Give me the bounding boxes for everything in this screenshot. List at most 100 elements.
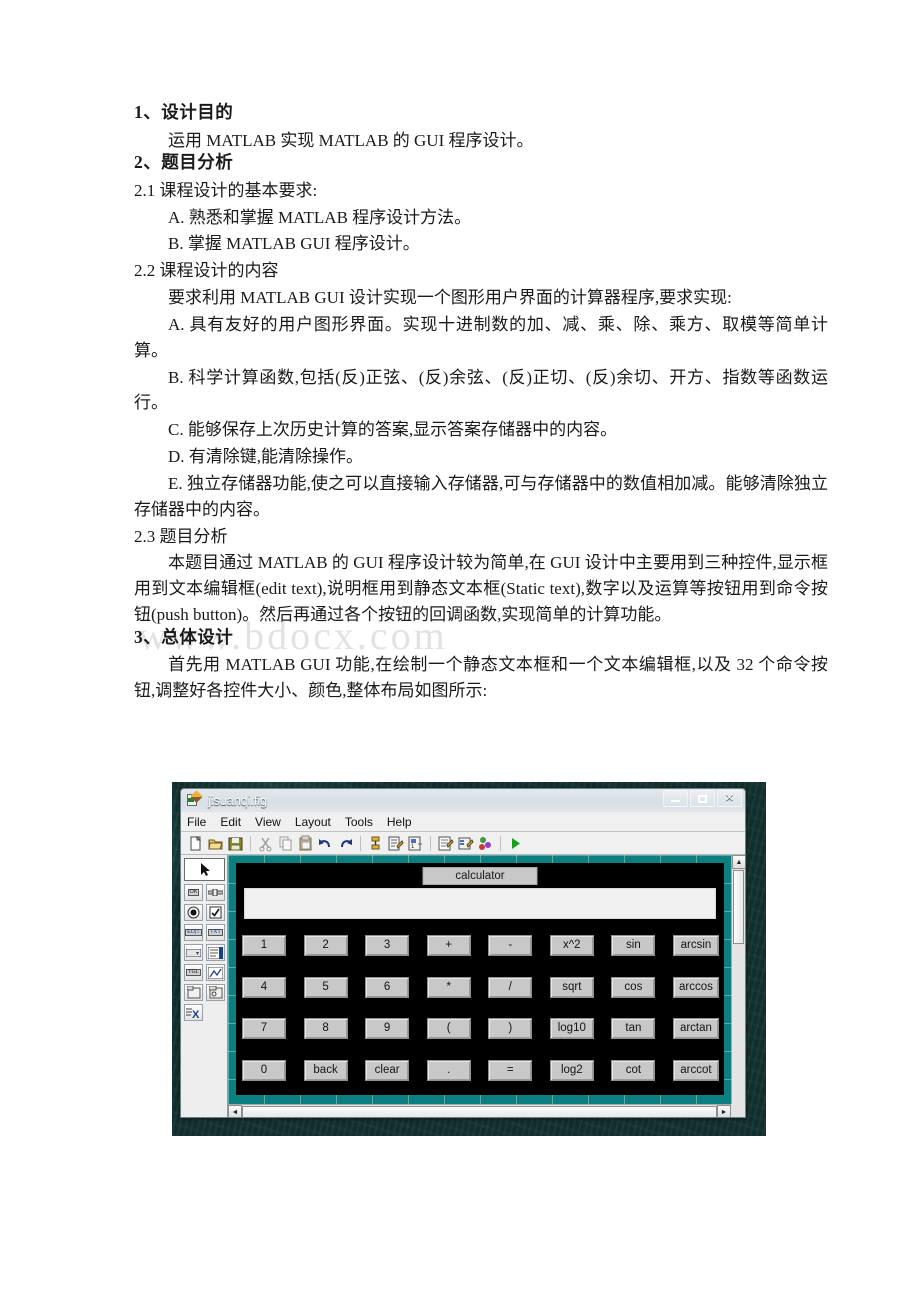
tool-bar: 1 xyxy=(181,832,745,855)
m-file-editor-icon[interactable] xyxy=(436,834,455,853)
check-box-tool[interactable] xyxy=(206,904,225,921)
edit-text-tool[interactable]: ED|T xyxy=(184,924,203,941)
guide-grid-canvas[interactable]: calculator 1 2 3 + - x^2 sin arcsin 4 5 … xyxy=(228,855,731,1104)
button-divide[interactable]: / xyxy=(488,976,533,998)
scroll-left-arrow-icon[interactable]: ◄ xyxy=(228,1105,242,1117)
window-body: OK ED|T TXT TGL X calculator 1 2 3 + - x… xyxy=(181,855,745,1117)
save-disk-icon[interactable] xyxy=(226,834,245,853)
menu-tools[interactable]: Tools xyxy=(345,815,382,829)
vertical-scrollbar[interactable]: ▲ xyxy=(731,855,745,1104)
button-cos[interactable]: cos xyxy=(611,976,656,998)
menu-layout[interactable]: Layout xyxy=(295,815,340,829)
scroll-up-arrow-icon[interactable]: ▲ xyxy=(732,855,745,869)
paste-icon[interactable] xyxy=(296,834,315,853)
button-cot[interactable]: cot xyxy=(611,1059,656,1081)
toggle-button-tool[interactable]: TGL xyxy=(184,964,203,981)
palette-row: TGL xyxy=(184,964,227,981)
close-button[interactable]: ✕ xyxy=(717,790,742,807)
button-log10[interactable]: log10 xyxy=(549,1018,594,1040)
button-square[interactable]: x^2 xyxy=(549,935,594,957)
slider-tool[interactable] xyxy=(206,884,225,901)
para-2-1-item-a: A. 熟悉和掌握 MATLAB 程序设计方法。 xyxy=(168,207,472,227)
run-play-icon[interactable] xyxy=(506,834,525,853)
list-box-tool[interactable] xyxy=(206,944,225,961)
para-2-2-title: 2.2 课程设计的内容 xyxy=(134,261,279,281)
button-arccos[interactable]: arccos xyxy=(672,976,719,998)
button-multiply[interactable]: * xyxy=(426,976,471,998)
vertical-scroll-thumb[interactable] xyxy=(733,870,744,944)
window-title-bar[interactable]: jisuanqi.fig ✕ xyxy=(181,789,745,813)
button-back[interactable]: back xyxy=(303,1059,348,1081)
static-text-calculator[interactable]: calculator xyxy=(422,867,538,885)
open-folder-icon[interactable] xyxy=(206,834,225,853)
window-title: jisuanqi.fig xyxy=(208,793,268,808)
para-2-2-item-c: C. 能够保存上次历史计算的答案,显示答案存储器中的内容。 xyxy=(168,420,618,440)
undo-arrow-icon[interactable] xyxy=(316,834,335,853)
button-arcsin[interactable]: arcsin xyxy=(672,935,719,957)
figure-panel[interactable]: calculator 1 2 3 + - x^2 sin arcsin 4 5 … xyxy=(236,863,724,1095)
activex-control-tool[interactable]: X xyxy=(184,1004,203,1021)
button-3[interactable]: 3 xyxy=(365,935,410,957)
edit-text-display[interactable] xyxy=(244,888,716,919)
button-minus[interactable]: - xyxy=(488,935,533,957)
toolbar-separator xyxy=(250,835,251,851)
palette-row: ED|T TXT xyxy=(184,924,227,941)
button-4[interactable]: 4 xyxy=(242,976,286,998)
axes-tool[interactable] xyxy=(206,964,225,981)
object-browser-icon[interactable] xyxy=(476,834,495,853)
button-arctan[interactable]: arctan xyxy=(672,1018,719,1040)
palette-row: X xyxy=(184,1004,227,1021)
button-arccot[interactable]: arccot xyxy=(672,1059,719,1081)
select-arrow-tool[interactable] xyxy=(184,858,225,881)
button-decimal[interactable]: . xyxy=(426,1059,471,1081)
button-2[interactable]: 2 xyxy=(303,935,348,957)
menu-file[interactable]: File xyxy=(187,815,215,829)
menu-editor-icon[interactable] xyxy=(386,834,405,853)
button-9[interactable]: 9 xyxy=(365,1018,410,1040)
push-button-tool[interactable]: OK xyxy=(184,884,203,901)
menu-edit[interactable]: Edit xyxy=(220,815,250,829)
button-5[interactable]: 5 xyxy=(303,976,348,998)
para-2-3-title: 2.3 题目分析 xyxy=(134,526,228,546)
pop-up-menu-tool[interactable] xyxy=(184,944,203,961)
button-group-tool[interactable] xyxy=(206,984,225,1001)
tab-order-editor-icon[interactable]: 1 xyxy=(406,834,425,853)
new-file-icon[interactable] xyxy=(186,834,205,853)
minimize-button[interactable] xyxy=(663,790,688,807)
align-objects-icon[interactable] xyxy=(366,834,385,853)
button-0[interactable]: 0 xyxy=(242,1059,286,1081)
heading-3-overall-design: 3、总体设计 xyxy=(134,626,234,647)
static-text-tool[interactable]: TXT xyxy=(206,924,225,941)
cut-scissors-icon[interactable] xyxy=(256,834,275,853)
para-2-1-title: 2.1 课程设计的基本要求: xyxy=(134,180,318,200)
button-rparen[interactable]: ) xyxy=(488,1018,533,1040)
palette-row xyxy=(184,858,227,881)
horizontal-scroll-thumb[interactable] xyxy=(242,1105,717,1117)
property-inspector-icon[interactable] xyxy=(456,834,475,853)
horizontal-scrollbar[interactable]: ◄ ► xyxy=(228,1104,731,1117)
maximize-button[interactable] xyxy=(690,790,715,807)
button-1[interactable]: 1 xyxy=(242,935,286,957)
redo-arrow-icon[interactable] xyxy=(336,834,355,853)
button-log2[interactable]: log2 xyxy=(549,1059,594,1081)
button-equals[interactable]: = xyxy=(488,1059,533,1081)
button-plus[interactable]: + xyxy=(426,935,471,957)
embedded-screenshot-guide: jisuanqi.fig ✕ File Edit View Layout Too… xyxy=(172,782,766,1136)
panel-tool[interactable] xyxy=(184,984,203,1001)
copy-icon[interactable] xyxy=(276,834,295,853)
menu-view[interactable]: View xyxy=(255,815,290,829)
radio-button-tool[interactable] xyxy=(184,904,203,921)
palette-row: OK xyxy=(184,884,227,901)
button-8[interactable]: 8 xyxy=(303,1018,348,1040)
scroll-right-arrow-icon[interactable]: ► xyxy=(717,1105,731,1117)
button-tan[interactable]: tan xyxy=(611,1018,656,1040)
button-sin[interactable]: sin xyxy=(611,935,656,957)
button-7[interactable]: 7 xyxy=(242,1018,286,1040)
button-clear[interactable]: clear xyxy=(365,1059,410,1081)
button-lparen[interactable]: ( xyxy=(426,1018,471,1040)
button-sqrt[interactable]: sqrt xyxy=(549,976,594,998)
para-3-body: 首先用 MATLAB GUI 功能,在绘制一个静态文本框和一个文本编辑框,以及 … xyxy=(134,655,828,701)
button-6[interactable]: 6 xyxy=(365,976,410,998)
menu-help[interactable]: Help xyxy=(387,815,421,829)
layout-canvas-area: calculator 1 2 3 + - x^2 sin arcsin 4 5 … xyxy=(228,855,745,1117)
